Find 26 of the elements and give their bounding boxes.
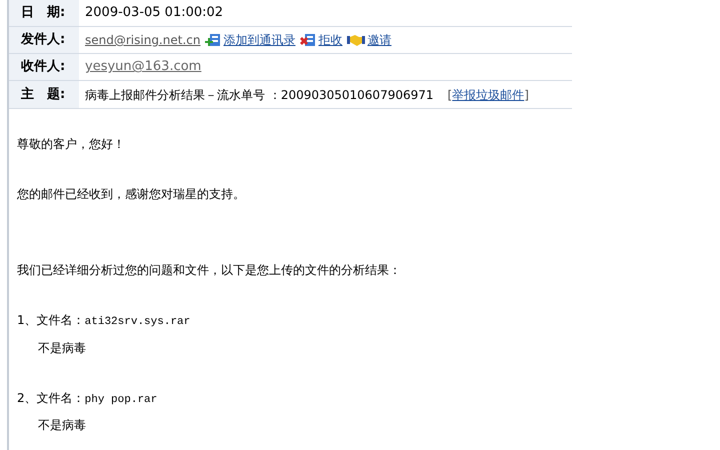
date-value: 2009-03-05 01:00:02 xyxy=(84,4,224,22)
recipient-label: 收件人: xyxy=(9,54,79,80)
subject-label: 主 题: xyxy=(9,81,79,108)
bracket-mark: [ xyxy=(448,86,452,104)
file-name: ati32srv.sys.rar xyxy=(84,315,190,330)
intro-text: 我们已经详细分析过您的问题和文件，以下是您上传的文件的分析结果： xyxy=(17,262,402,279)
address-book-add-icon[interactable] xyxy=(205,33,222,47)
action-link[interactable]: 添加到通讯录 xyxy=(223,31,296,49)
file-label: 1、文件名： xyxy=(17,312,85,329)
file-name: phy pop.rar xyxy=(84,392,158,408)
action-link[interactable]: 拒收 xyxy=(318,31,342,49)
address-book-reject-icon[interactable] xyxy=(300,33,316,47)
subject-text: 病毒上报邮件分析结果－流水单号 ：20090305010607906971 xyxy=(85,86,434,104)
file-verdict: 不是病毒 xyxy=(38,340,87,356)
bracket-mark: ] xyxy=(524,86,529,104)
thanks-text: 您的邮件已经收到，感谢您对瑞星的支持。 xyxy=(17,186,246,203)
report-spam-link[interactable]: 举报垃圾邮件 xyxy=(452,86,524,104)
recipient-email[interactable]: yesyun@163.com xyxy=(85,57,202,77)
file-label: 2、文件名： xyxy=(17,390,85,406)
sender-label: 发件人: xyxy=(9,27,79,53)
handshake-icon[interactable] xyxy=(347,33,366,47)
file-verdict: 不是病毒 xyxy=(38,417,87,434)
greeting-text: 尊敬的客户，您好！ xyxy=(17,136,126,153)
action-link[interactable]: 邀请 xyxy=(367,31,392,49)
date-label: 日 期: xyxy=(9,0,79,26)
sender-email[interactable]: send@rising.net.cn xyxy=(85,31,200,49)
